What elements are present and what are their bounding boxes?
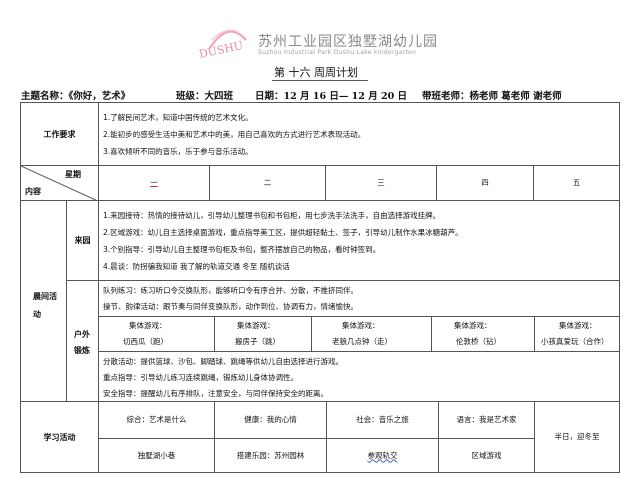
logo-subtitle: Suzhou Industrial Park Dushu Lake kinder… [258,49,417,56]
group-game-label: 集体游戏： [559,321,597,330]
arrival-label-cell: 来园 [66,200,99,281]
corner-cell: 星期 内容 [20,165,99,201]
day-label: 一 [150,178,158,187]
outdoor-bottom-content: 分散活动：提供篮球、沙包、脚踏球、跳绳等供幼儿自由选择进行游戏。 重点指导：引导… [98,351,620,402]
study-top-wed: 社会：音乐之旅 [326,401,439,439]
study-top-mon: 综合：艺术是什么 [98,401,215,439]
group-game-label: 集体游戏： [454,321,492,330]
title-underline [272,80,368,81]
day-header-mon: 一 [98,165,210,201]
group-game-fri: 集体游戏： 小孩真爱玩（合作） [534,316,620,352]
theme-name: 主题名称：《你好，艺术》 [21,91,131,102]
work-item: 3.喜欢倾听不同的音乐，乐于参与音乐活动。 [103,147,253,156]
study-item: 独墅湖小巷 [137,450,176,460]
corner-content-label: 内容 [25,187,41,196]
day-label: 四 [481,178,489,187]
day-header-wed: 三 [325,165,437,201]
work-requirement-label: 工作要求 [43,129,76,139]
arrival-item: 2.区域游戏：幼儿自主选择桌面游戏，重点指导美工区，提供超轻黏土、签子，引导幼儿… [103,228,463,237]
work-item: 1.了解民间艺术，知道中国传统的艺术文化。 [103,113,253,122]
day-header-fri: 五 [533,165,620,201]
group-game-mon: 集体游戏： 切西瓜（跑） [98,316,215,352]
arrival-label: 来园 [74,236,91,245]
morning-activity-label: 晨间活动 [33,292,57,319]
group-game-label: 集体游戏： [237,321,275,330]
outdoor-label-cell: 户外锻炼 [66,280,99,402]
study-item: 半日，迎冬至 [554,432,600,441]
study-item: 健康：我的心情 [244,415,297,424]
date-range: 日期：12 月 16 日— 12 月 20 日 [255,91,408,102]
arrival-content: 1.来园接待：热情的接待幼儿，引导幼儿整理书包和书包柜，用七步洗手法洗手，自由选… [98,200,620,281]
work-requirement-content: 1.了解民间艺术，知道中国传统的艺术文化。 2.能初步的感受生活中美和艺术中的美… [98,102,620,166]
day-label: 三 [377,178,385,187]
group-game-wed: 集体游戏： 老狼几点钟（走） [311,316,432,352]
outdoor-label: 户外锻炼 [74,330,90,355]
study-item: 参观轨交 [367,450,398,460]
study-item: 搭建乐园：苏州园林 [236,450,305,460]
study-activity-label: 学习活动 [43,432,76,442]
work-requirement-label-cell: 工作要求 [20,102,99,166]
study-item: 社会：音乐之旅 [356,415,409,424]
group-game-label: 集体游戏： [342,321,380,330]
corner-week-label: 星期 [65,170,81,179]
outdoor-item: 队列练习：练习听口令交换队形，能够听口令有序合并、分散，不推挤同伴。 [103,286,358,295]
outdoor-item: 操节、韵律活动：跟节奏与同伴变换队形，动作到位、协调有力，情绪愉快。 [103,302,358,311]
study-item: 语言：我是艺术家 [456,415,517,424]
morning-label-cell: 晨间活动 [20,200,67,402]
study-top-tue: 健康：我的心情 [214,401,327,439]
group-game-name: 伦敦桥（钻） [456,337,501,346]
study-item: 综合：艺术是什么 [126,415,187,424]
arrival-item: 3.个别指导：引导幼儿自主整理书包柜及书包，整齐摆放自己的物品，看时钟签到。 [103,245,381,254]
day-header-tue: 二 [209,165,326,201]
study-top-thu: 语言：我是艺术家 [438,401,535,439]
day-label: 二 [263,178,272,187]
study-item: 区域游戏 [471,450,502,460]
teachers: 带班老师：杨老师 葛老师 谢老师 [422,91,562,102]
class-name: 班级：大四班 [176,91,234,102]
work-item: 2.能初步的感受生活中美和艺术中的美，用自己喜欢的方式进行艺术表现活动。 [103,130,366,139]
logo-text: 苏州工业园区独墅湖幼儿园 [258,34,438,50]
study-bottom-thu: 区域游戏 [438,438,535,473]
logo-mark-text: DUSHU [198,39,244,61]
study-fri: 半日，迎冬至 [534,401,620,473]
outdoor-item: 安全指导：提醒幼儿有序排队，注意安全，与同伴保持安全的距离。 [103,389,328,398]
study-bottom-mon: 独墅湖小巷 [98,438,215,473]
group-game-tue: 集体游戏： 搬房子（跳） [214,316,312,352]
group-game-name: 切西瓜（跑） [123,337,168,346]
outdoor-top-content: 队列练习：练习听口令交换队形，能够听口令有序合并、分散，不推挤同伴。 操节、韵律… [98,280,620,317]
study-bottom-tue: 搭建乐园：苏州园林 [214,438,327,473]
group-game-name: 老狼几点钟（走） [332,337,392,346]
group-game-name: 搬房子（跳） [235,337,280,346]
group-game-name: 小孩真爱玩（合作） [541,337,609,346]
group-game-thu: 集体游戏： 伦敦桥（钻） [431,316,535,352]
group-game-label: 集体游戏： [129,321,167,330]
study-bottom-wed: 参观轨交 [326,438,439,473]
day-label: 五 [572,178,581,187]
study-label-cell: 学习活动 [20,401,99,473]
outdoor-item: 重点指导：引导幼儿练习连续跳绳，锻炼幼儿身体协调性。 [103,373,298,382]
page-title: 第 十六 周周计划 [274,66,358,79]
outdoor-item: 分散活动：提供篮球、沙包、脚踏球、跳绳等供幼儿自由选择进行游戏。 [103,357,343,366]
day-header-thu: 四 [436,165,534,201]
arrival-item: 1.来园接待：热情的接待幼儿，引导幼儿整理书包和书包柜，用七步洗手法洗手，自由选… [103,211,441,220]
arrival-item: 4.晨谈：防拐骗我知道 我了解的轨道交通 冬至 随机谈话 [103,262,290,271]
kindergarten-logo-icon: DUSHU [198,29,247,61]
